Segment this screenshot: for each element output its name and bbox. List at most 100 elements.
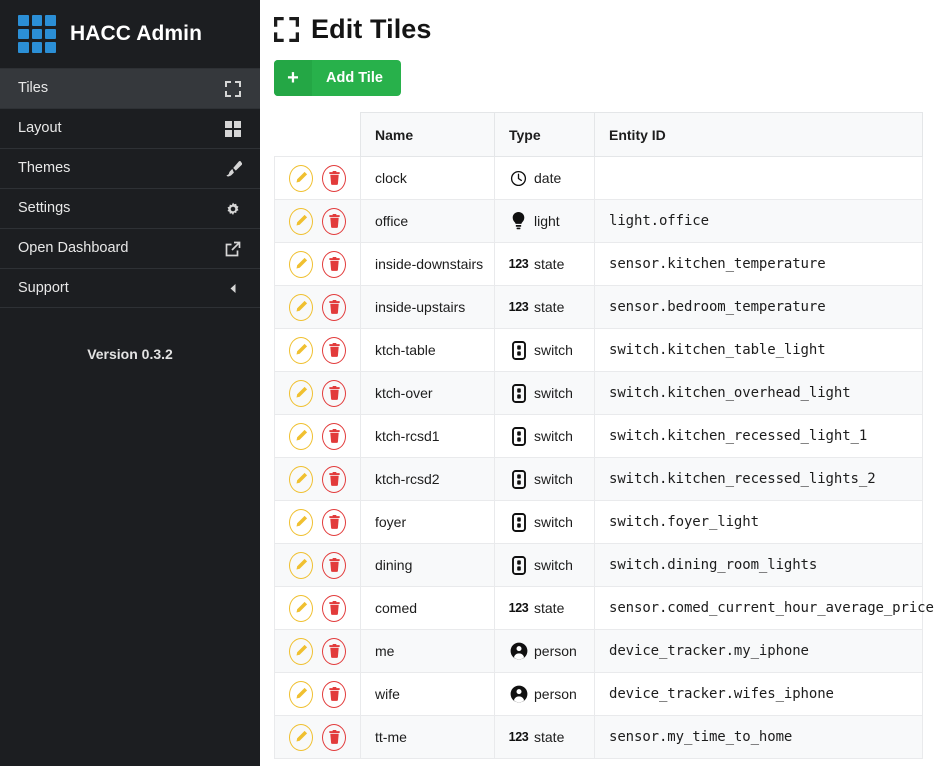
number-icon: 123: [509, 728, 528, 747]
column-header-actions: [275, 113, 361, 157]
trash-icon: [328, 214, 341, 228]
number-icon: 123: [509, 255, 528, 274]
table-row: wifepersondevice_tracker.wifes_iphone: [275, 673, 923, 716]
external-link-icon: [224, 240, 242, 258]
grid-logo-icon: [18, 15, 56, 53]
pencil-icon: [294, 644, 308, 658]
tile-entity-id-cell: device_tracker.my_iphone: [595, 630, 923, 673]
person-icon: [509, 685, 528, 704]
main-content: Edit Tiles + Add Tile Name Type Entity I…: [260, 0, 939, 766]
table-row: ktch-rcsd1switchswitch.kitchen_recessed_…: [275, 415, 923, 458]
tile-name-cell: ktch-over: [361, 372, 495, 415]
table-row: foyerswitchswitch.foyer_light: [275, 501, 923, 544]
edit-tile-button[interactable]: [289, 595, 313, 622]
page-title: Edit Tiles: [311, 14, 432, 45]
tile-name-cell: ktch-table: [361, 329, 495, 372]
trash-icon: [328, 300, 341, 314]
sidebar-item-themes[interactable]: Themes: [0, 148, 260, 188]
tile-type-label: switch: [534, 428, 573, 444]
edit-tile-button[interactable]: [289, 724, 313, 751]
delete-tile-button[interactable]: [322, 165, 346, 192]
delete-tile-button[interactable]: [322, 638, 346, 665]
tile-type-cell: switch: [495, 372, 595, 415]
tile-entity-id-cell: switch.kitchen_table_light: [595, 329, 923, 372]
table-row: comed123statesensor.comed_current_hour_a…: [275, 587, 923, 630]
tile-type-label: switch: [534, 557, 573, 573]
edit-tile-button[interactable]: [289, 681, 313, 708]
pencil-icon: [294, 257, 308, 271]
delete-tile-button[interactable]: [322, 380, 346, 407]
tile-type-cell: person: [495, 630, 595, 673]
switch-icon: [509, 384, 528, 403]
edit-tile-button[interactable]: [289, 638, 313, 665]
table-row: clockdate: [275, 157, 923, 200]
column-header-type: Type: [495, 113, 595, 157]
bulb-icon: [509, 212, 528, 231]
tile-name-cell: inside-downstairs: [361, 243, 495, 286]
delete-tile-button[interactable]: [322, 251, 346, 278]
row-actions-cell: [275, 673, 361, 716]
delete-tile-button[interactable]: [322, 552, 346, 579]
edit-tile-button[interactable]: [289, 380, 313, 407]
trash-icon: [328, 730, 341, 744]
tile-type-cell: switch: [495, 544, 595, 587]
trash-icon: [328, 429, 341, 443]
row-actions-cell: [275, 243, 361, 286]
edit-tile-button[interactable]: [289, 208, 313, 235]
page-header: Edit Tiles: [274, 0, 939, 45]
sidebar-item-tiles[interactable]: Tiles: [0, 68, 260, 108]
version-label: Version 0.3.2: [0, 308, 260, 362]
sidebar-item-open-dashboard[interactable]: Open Dashboard: [0, 228, 260, 268]
row-actions-cell: [275, 372, 361, 415]
tile-entity-id-cell: light.office: [595, 200, 923, 243]
clock-icon: [509, 169, 528, 188]
edit-tile-button[interactable]: [289, 552, 313, 579]
tile-name-cell: ktch-rcsd2: [361, 458, 495, 501]
delete-tile-button[interactable]: [322, 294, 346, 321]
tile-type-label: light: [534, 213, 560, 229]
add-tile-button[interactable]: + Add Tile: [274, 60, 401, 96]
delete-tile-button[interactable]: [322, 337, 346, 364]
sidebar-item-label: Tiles: [18, 81, 48, 96]
sidebar-item-layout[interactable]: Layout: [0, 108, 260, 148]
sidebar-item-settings[interactable]: Settings: [0, 188, 260, 228]
edit-tile-button[interactable]: [289, 466, 313, 493]
sidebar-filler: [0, 362, 260, 766]
table-row: ktch-tableswitchswitch.kitchen_table_lig…: [275, 329, 923, 372]
expand-icon: [224, 80, 242, 98]
caret-left-icon: [224, 279, 242, 297]
tile-name-cell: tt-me: [361, 716, 495, 759]
row-actions-cell: [275, 630, 361, 673]
delete-tile-button[interactable]: [322, 509, 346, 536]
edit-tile-button[interactable]: [289, 294, 313, 321]
tile-type-cell: switch: [495, 415, 595, 458]
tile-entity-id-cell: switch.kitchen_recessed_lights_2: [595, 458, 923, 501]
edit-tile-button[interactable]: [289, 165, 313, 192]
number-icon: 123: [509, 298, 528, 317]
tile-type-label: switch: [534, 471, 573, 487]
edit-tile-button[interactable]: [289, 337, 313, 364]
edit-tile-button[interactable]: [289, 509, 313, 536]
tile-name-cell: dining: [361, 544, 495, 587]
trash-icon: [328, 687, 341, 701]
tile-type-cell: date: [495, 157, 595, 200]
table-row: ktch-overswitchswitch.kitchen_overhead_l…: [275, 372, 923, 415]
pencil-icon: [294, 429, 308, 443]
edit-tile-button[interactable]: [289, 251, 313, 278]
delete-tile-button[interactable]: [322, 681, 346, 708]
delete-tile-button[interactable]: [322, 724, 346, 751]
sidebar-item-support[interactable]: Support: [0, 268, 260, 308]
edit-tile-button[interactable]: [289, 423, 313, 450]
trash-icon: [328, 171, 341, 185]
trash-icon: [328, 558, 341, 572]
delete-tile-button[interactable]: [322, 208, 346, 235]
delete-tile-button[interactable]: [322, 423, 346, 450]
tile-entity-id-cell: sensor.comed_current_hour_average_price: [595, 587, 923, 630]
delete-tile-button[interactable]: [322, 595, 346, 622]
pencil-icon: [294, 214, 308, 228]
row-actions-cell: [275, 415, 361, 458]
sidebar-item-label: Open Dashboard: [18, 241, 128, 256]
row-actions-cell: [275, 200, 361, 243]
tile-entity-id-cell: switch.foyer_light: [595, 501, 923, 544]
delete-tile-button[interactable]: [322, 466, 346, 493]
